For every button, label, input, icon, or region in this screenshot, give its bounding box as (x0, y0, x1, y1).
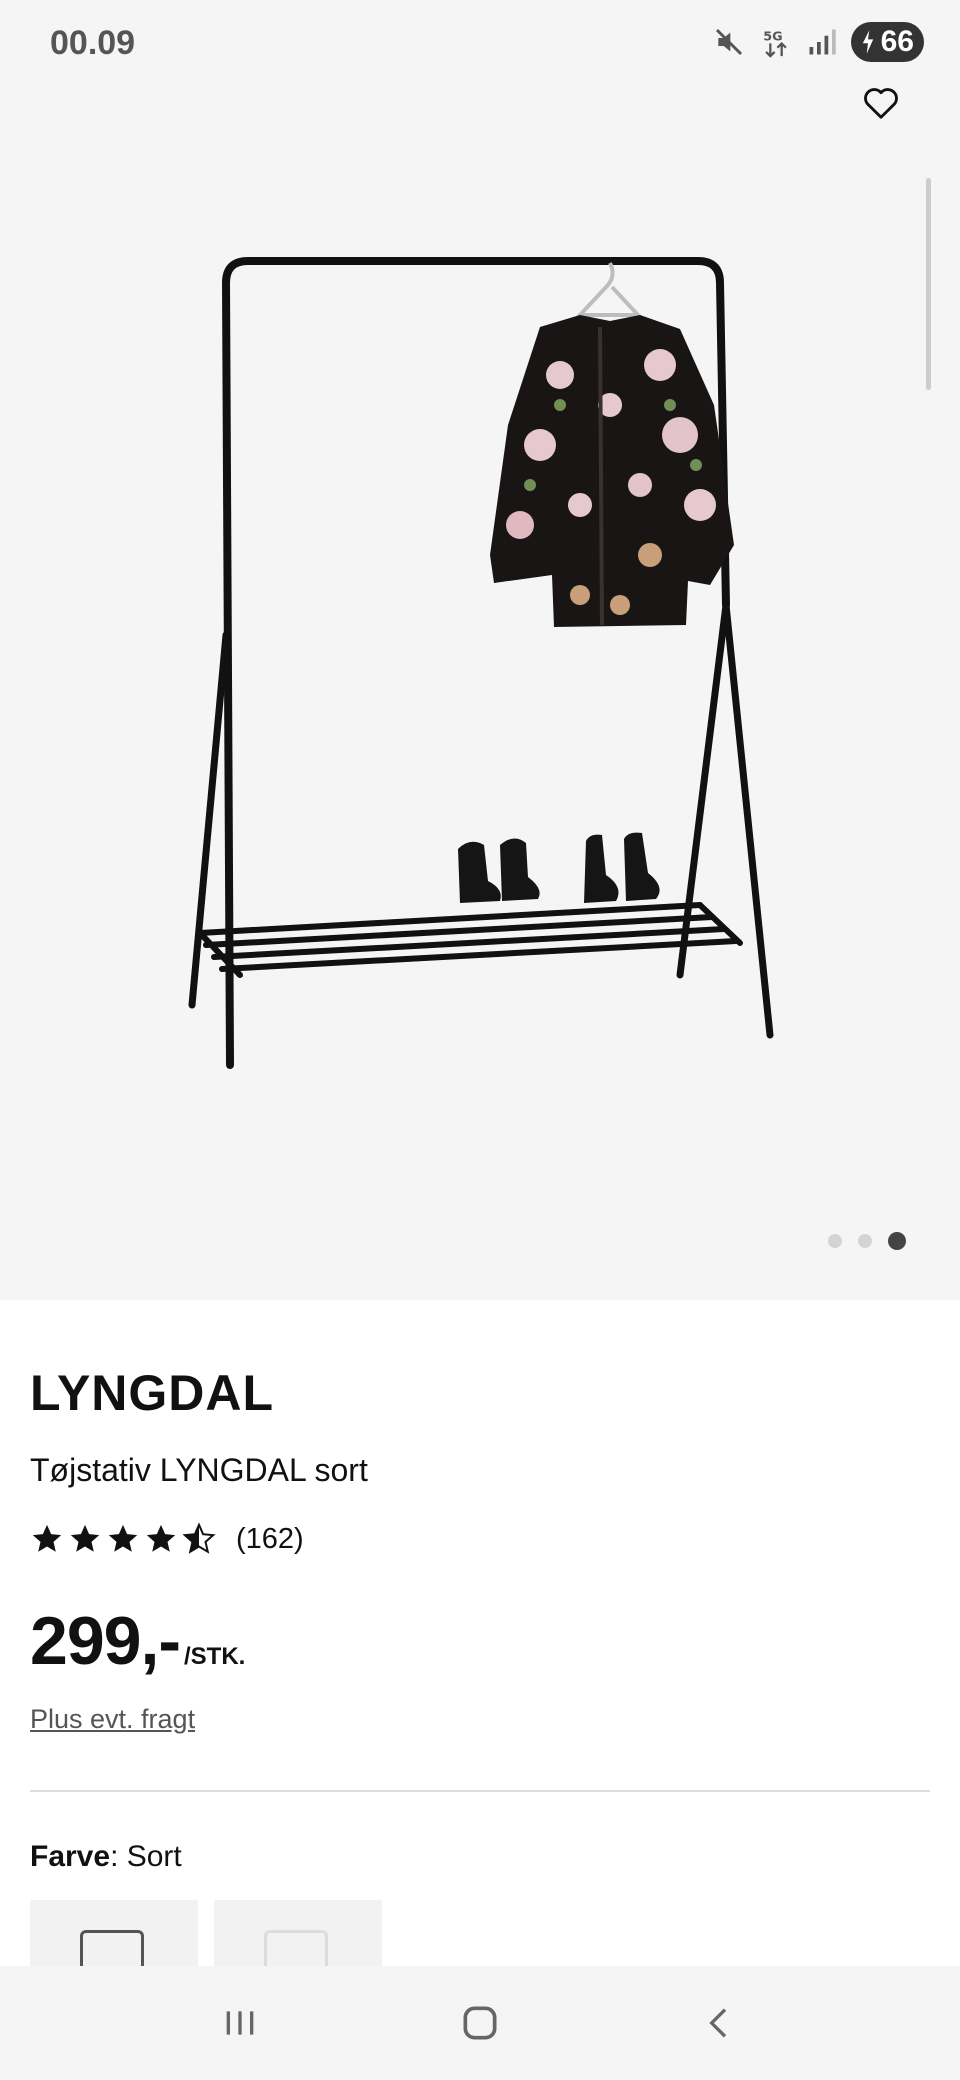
product-image-gallery[interactable] (0, 0, 960, 1300)
product-name: LYNGDAL (30, 1365, 275, 1421)
signal-icon (807, 27, 837, 57)
home-icon (463, 2006, 497, 2040)
rating-stars (30, 1522, 216, 1556)
carousel-dot-1[interactable] (828, 1234, 842, 1248)
color-label-title: Farve (30, 1840, 111, 1873)
5g-icon: 5G (759, 25, 793, 59)
star-half-icon (182, 1522, 216, 1554)
star-full-icon (146, 1524, 176, 1552)
product-description: Tøjstativ LYNGDAL sort (30, 1452, 368, 1488)
color-selected-value: Sort (126, 1840, 182, 1873)
image-scrollbar (926, 178, 931, 390)
battery-icon: 66 (850, 22, 924, 62)
favorite-button[interactable] (858, 80, 904, 126)
recent-apps-icon (226, 2011, 254, 2035)
star-full-icon (70, 1524, 100, 1552)
price: 299,- /STK. (30, 1602, 245, 1680)
color-label: Farve: Sort (30, 1840, 182, 1874)
shipping-link[interactable]: Plus evt. fragt (30, 1704, 195, 1735)
recent-apps-button[interactable] (200, 1983, 280, 2063)
carousel-dot-3[interactable] (888, 1232, 906, 1250)
star-full-icon (32, 1524, 62, 1552)
home-button[interactable] (440, 1983, 520, 2063)
carousel-indicator[interactable] (828, 1232, 906, 1250)
status-bar: 00.09 5G 66 (0, 0, 960, 90)
status-time: 00.09 (50, 24, 136, 62)
divider (30, 1790, 930, 1792)
heart-outline-icon (864, 88, 898, 119)
price-unit: /STK. (184, 1643, 246, 1670)
price-value: 299,- (30, 1603, 181, 1679)
color-label-separator: : (110, 1840, 127, 1873)
back-icon (709, 2008, 727, 2038)
review-count: (162) (236, 1522, 304, 1555)
carousel-dot-2[interactable] (858, 1234, 872, 1248)
svg-text:5G: 5G (763, 30, 782, 45)
mute-icon (713, 26, 745, 58)
battery-level: 66 (880, 25, 914, 58)
product-image (188, 257, 774, 1069)
status-icons: 5G 66 (713, 22, 924, 62)
system-nav-bar (0, 1966, 960, 2080)
star-full-icon (108, 1524, 138, 1552)
rating[interactable]: (162) (30, 1522, 304, 1556)
back-button[interactable] (680, 1983, 760, 2063)
